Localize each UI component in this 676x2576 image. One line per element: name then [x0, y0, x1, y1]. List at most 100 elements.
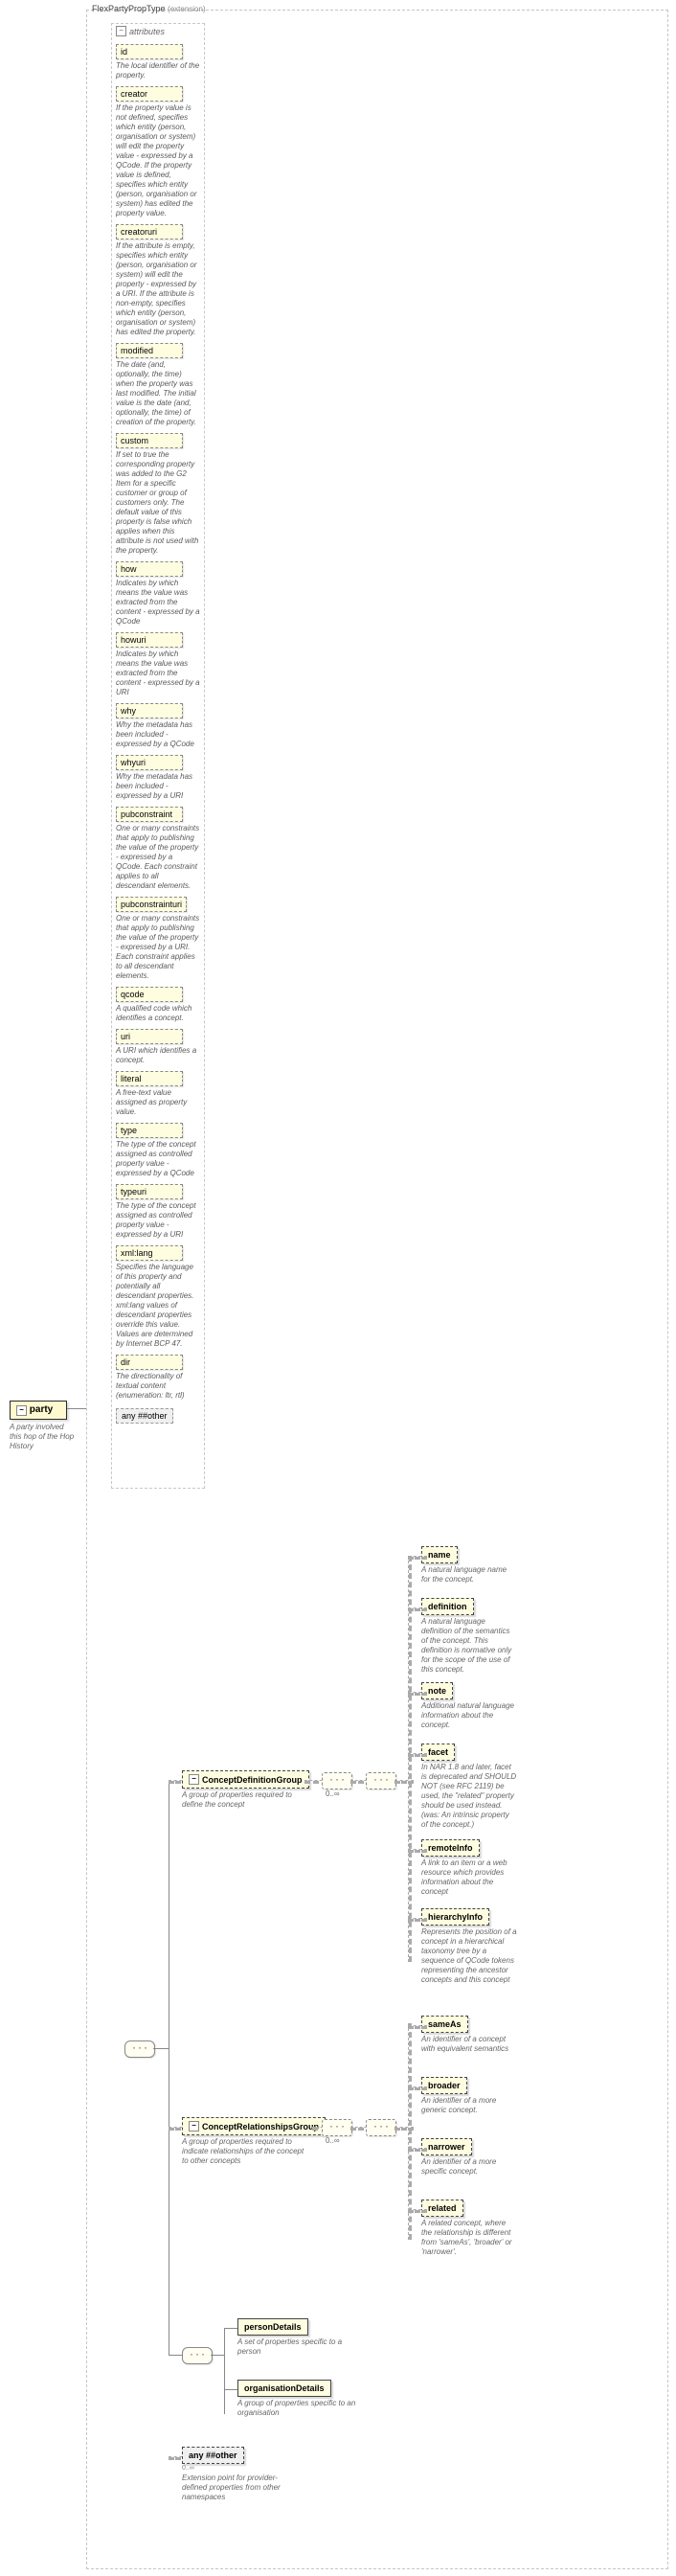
- cdg-child: noteAdditional natural language informat…: [421, 1682, 517, 1730]
- element-box: organisationDetails: [237, 2380, 331, 2397]
- choice-cdg: [366, 1772, 396, 1790]
- attribute-desc: The local identifier of the property.: [116, 61, 200, 80]
- element-desc: A natural language definition of the sem…: [421, 1617, 517, 1675]
- root-party-label: party: [30, 1404, 53, 1415]
- attribute-desc: If the property value is not defined, sp…: [116, 103, 200, 218]
- any-other-element: any ##other 0..∞ Extension point for pro…: [182, 2447, 287, 2502]
- attribute-row: creatorIf the property value is not defi…: [116, 86, 200, 218]
- cdg-child: facet In NAR 1.8 and later, facet is depr…: [421, 1744, 517, 1830]
- attribute-desc: One or many constraints that apply to pu…: [116, 824, 200, 891]
- crg-child: broader An identifier of a more generic c…: [421, 2077, 517, 2115]
- sequence-details: [182, 2347, 213, 2364]
- element-desc: In NAR 1.8 and later, facet is deprecate…: [421, 1763, 517, 1830]
- element-label: personDetails: [244, 2322, 302, 2332]
- attribute-row: id The local identifier of the property.: [116, 44, 200, 80]
- group-box: − ConceptRelationshipsGroup: [182, 2117, 326, 2135]
- attribute-label: id: [116, 44, 183, 59]
- attribute-label: why: [116, 703, 183, 718]
- attribute-desc: Why the metadata has been included - exp…: [116, 772, 200, 801]
- attribute-label: xml:lang: [116, 1245, 183, 1261]
- cdg-child: name A natural language name for the conc…: [421, 1546, 517, 1584]
- attribute-desc: One or many constraints that apply to pu…: [116, 914, 200, 981]
- element-box: note: [421, 1682, 453, 1699]
- attribute-label: creatoruri: [116, 224, 183, 239]
- attribute-desc: If set to true the corresponding propert…: [116, 450, 200, 556]
- element-box: personDetails: [237, 2318, 308, 2336]
- element-desc: A natural language name for the concept.: [421, 1565, 517, 1584]
- attribute-desc: Specifies the language of this property …: [116, 1263, 200, 1349]
- attribute-desc: Indicates by which means the value was e…: [116, 579, 200, 627]
- element-box: facet: [421, 1744, 455, 1761]
- collapse-icon[interactable]: −: [116, 26, 126, 36]
- organisation-details: organisationDetails A group of propertie…: [237, 2380, 362, 2418]
- collapse-icon[interactable]: −: [16, 1405, 27, 1416]
- attribute-row: pubconstraint One or many constraints tha…: [116, 807, 200, 891]
- attribute-desc: The type of the concept assigned as cont…: [116, 1201, 200, 1240]
- group-desc: A group of properties required to indica…: [182, 2137, 312, 2166]
- canvas: − party A party involved this hop of the…: [0, 0, 676, 2576]
- collapse-icon[interactable]: −: [189, 1774, 199, 1785]
- extension-title: FlexPartyPropType (extension): [92, 4, 206, 13]
- attribute-label: modified: [116, 343, 183, 358]
- attribute-desc: A URI which identifies a concept.: [116, 1046, 200, 1065]
- element-desc: Represents the position of a concept in …: [421, 1927, 517, 1985]
- concept-relationships-group: − ConceptRelationshipsGroup A group of p…: [182, 2117, 312, 2166]
- attribute-label: how: [116, 561, 183, 577]
- attribute-row: literal A free-text value assigned as pro…: [116, 1071, 200, 1117]
- root-party: − party A party involved this hop of the…: [10, 1401, 67, 1451]
- any-box: any ##other: [182, 2447, 244, 2464]
- attributes-header: − attributes: [112, 24, 204, 38]
- group-label: ConceptRelationshipsGroup: [202, 2122, 319, 2131]
- element-box: related: [421, 2200, 463, 2217]
- attribute-label: type: [116, 1123, 183, 1138]
- element-desc: A group of properties specific to an org…: [237, 2399, 362, 2418]
- attribute-label: pubconstrainturi: [116, 897, 187, 912]
- attribute-row: typeuri The type of the concept assigned …: [116, 1184, 200, 1240]
- attribute-label: custom: [116, 433, 183, 448]
- attribute-label: pubconstraint: [116, 807, 183, 822]
- element-box: sameAs: [421, 2016, 468, 2033]
- attribute-label: typeuri: [116, 1184, 183, 1199]
- attribute-desc: Indicates by which means the value was e…: [116, 650, 200, 697]
- attribute-row: qcodeA qualified code which identifies a…: [116, 987, 200, 1023]
- element-label: organisationDetails: [244, 2383, 325, 2393]
- collapse-icon[interactable]: −: [189, 2121, 199, 2131]
- attribute-row: why Why the metadata has been included - …: [116, 703, 200, 749]
- any-desc: Extension point for provider-defined pro…: [182, 2473, 287, 2502]
- attribute-desc: A free-text value assigned as property v…: [116, 1088, 200, 1117]
- attribute-desc: The type of the concept assigned as cont…: [116, 1140, 200, 1178]
- occurrence-cdg: 0..∞: [326, 1790, 340, 1798]
- attribute-row: creatoruriIf the attribute is empty, spe…: [116, 224, 200, 337]
- cdg-child: remoteInfoA link to an item or a web res…: [421, 1839, 517, 1897]
- element-box: name: [421, 1546, 458, 1563]
- root-party-element: − party: [10, 1401, 67, 1420]
- attribute-label: literal: [116, 1071, 183, 1086]
- attribute-row: uri A URI which identifies a concept.: [116, 1029, 200, 1065]
- crg-child: sameAsAn identifier of a concept with eq…: [421, 2016, 517, 2054]
- attributes-block: − attributes id The local identifier of t…: [111, 23, 205, 1489]
- attribute-desc: The directionality of textual content (e…: [116, 1372, 200, 1401]
- crg-child: relatedA related concept, where the rela…: [421, 2200, 517, 2257]
- attribute-label: whyuri: [116, 755, 183, 770]
- root-party-desc: A party involved this hop of the Hop His…: [10, 1423, 77, 1451]
- any-mult: 0..∞: [182, 2465, 287, 2472]
- attributes-title: attributes: [129, 27, 165, 36]
- attribute-row: dir The directionality of textual content…: [116, 1355, 200, 1401]
- attribute-row: pubconstrainturi One or many constraints …: [116, 897, 200, 981]
- attribute-row: custom If set to true the corresponding p…: [116, 433, 200, 556]
- any-attr-label: any ##other: [122, 1411, 168, 1421]
- element-box: hierarchyInfo: [421, 1908, 489, 1926]
- element-desc: An identifier of a more specific concept…: [421, 2157, 517, 2177]
- person-details: personDetails A set of properties specif…: [237, 2318, 352, 2357]
- attribute-row: how Indicates by which means the value wa…: [116, 561, 200, 627]
- attribute-desc: The date (and, optionally, the time) whe…: [116, 360, 200, 427]
- attribute-desc: Why the metadata has been included - exp…: [116, 720, 200, 749]
- attribute-label: dir: [116, 1355, 183, 1370]
- attribute-label: qcode: [116, 987, 183, 1002]
- element-box: narrower: [421, 2138, 472, 2155]
- ext-type-name: FlexPartyPropType: [92, 4, 166, 13]
- element-desc: An identifier of a more generic concept.: [421, 2096, 517, 2115]
- element-box: broader: [421, 2077, 467, 2094]
- attribute-label: uri: [116, 1029, 183, 1044]
- any-attribute: any ##other: [116, 1408, 173, 1424]
